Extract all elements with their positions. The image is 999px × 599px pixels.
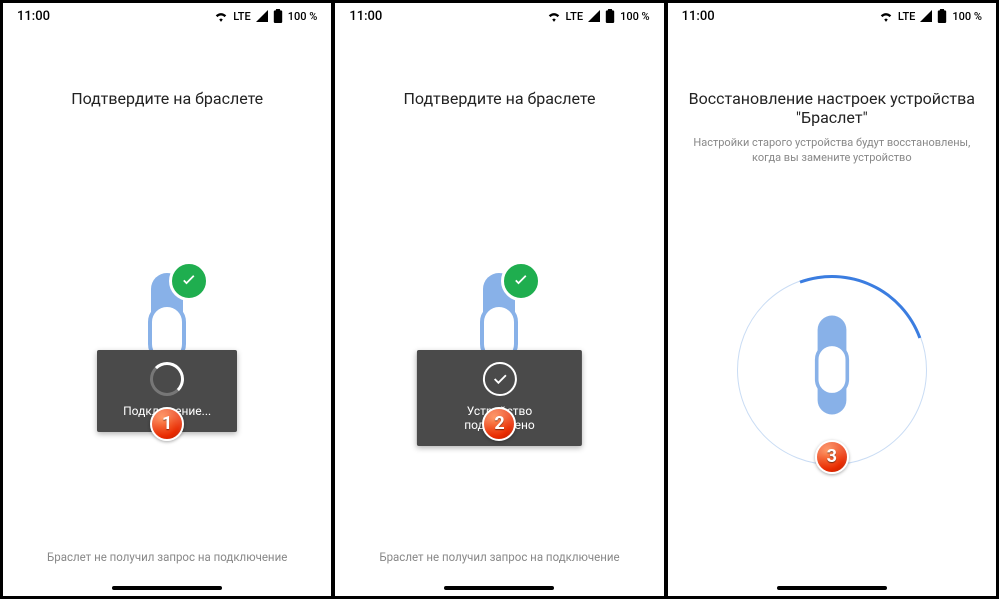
wifi-icon bbox=[547, 10, 561, 22]
title-area: Подтвердите на браслете bbox=[335, 29, 663, 116]
wifi-icon bbox=[879, 10, 893, 22]
battery-icon bbox=[605, 9, 615, 23]
status-lte: LTE bbox=[898, 10, 916, 23]
status-indicators: LTE 100 % bbox=[214, 9, 317, 23]
status-battery: 100 % bbox=[288, 10, 318, 23]
content-center: Подключение... 1 bbox=[3, 116, 331, 550]
signal-icon bbox=[920, 10, 932, 22]
status-lte: LTE bbox=[233, 10, 251, 23]
band-face bbox=[815, 342, 849, 396]
phone-screen-3: 11:00 LTE 100 % Восстановление настроек … bbox=[667, 2, 997, 597]
signal-icon bbox=[588, 10, 600, 22]
status-battery: 100 % bbox=[620, 10, 650, 23]
title-area: Подтвердите на браслете bbox=[3, 29, 331, 116]
page-title: Подтвердите на браслете bbox=[21, 89, 313, 108]
check-badge-icon bbox=[501, 261, 541, 301]
status-time: 11:00 bbox=[682, 9, 715, 24]
spinner-icon bbox=[150, 362, 184, 396]
callout-marker-2: 2 bbox=[482, 407, 516, 441]
status-time: 11:00 bbox=[349, 9, 382, 24]
progress-ring bbox=[737, 275, 927, 465]
title-area: Восстановление настроек устройства "Брас… bbox=[668, 29, 996, 174]
page-title: Подтвердите на браслете bbox=[353, 89, 645, 108]
battery-icon bbox=[273, 9, 283, 23]
signal-icon bbox=[256, 10, 268, 22]
status-bar: 11:00 LTE 100 % bbox=[668, 3, 996, 29]
status-indicators: LTE 100 % bbox=[879, 9, 982, 23]
page-title: Восстановление настроек устройства "Брас… bbox=[686, 89, 978, 127]
status-time: 11:00 bbox=[17, 9, 50, 24]
check-badge-icon bbox=[169, 261, 209, 301]
band-illustration bbox=[817, 315, 846, 414]
status-bar: 11:00 LTE 100 % bbox=[335, 3, 663, 29]
check-circle-icon bbox=[482, 362, 516, 396]
band-body bbox=[817, 315, 846, 414]
status-indicators: LTE 100 % bbox=[547, 9, 650, 23]
wifi-icon bbox=[214, 10, 228, 22]
content-center: Устройство подключено 2 bbox=[335, 116, 663, 550]
battery-icon bbox=[937, 9, 947, 23]
callout-marker-3: 3 bbox=[815, 440, 849, 474]
status-battery: 100 % bbox=[952, 10, 982, 23]
status-lte: LTE bbox=[566, 10, 584, 23]
phone-screen-2: 11:00 LTE 100 % Подтвердите на браслете … bbox=[334, 2, 664, 597]
page-subtitle: Настройки старого устройства будут восст… bbox=[686, 135, 978, 166]
callout-marker-1: 1 bbox=[150, 407, 184, 441]
nav-pill[interactable] bbox=[444, 586, 554, 590]
status-bar: 11:00 LTE 100 % bbox=[3, 3, 331, 29]
nav-pill[interactable] bbox=[777, 586, 887, 590]
nav-pill[interactable] bbox=[112, 586, 222, 590]
phone-screen-1: 11:00 LTE 100 % Подтвердите на браслете … bbox=[2, 2, 332, 597]
content-center: 3 bbox=[668, 174, 996, 596]
